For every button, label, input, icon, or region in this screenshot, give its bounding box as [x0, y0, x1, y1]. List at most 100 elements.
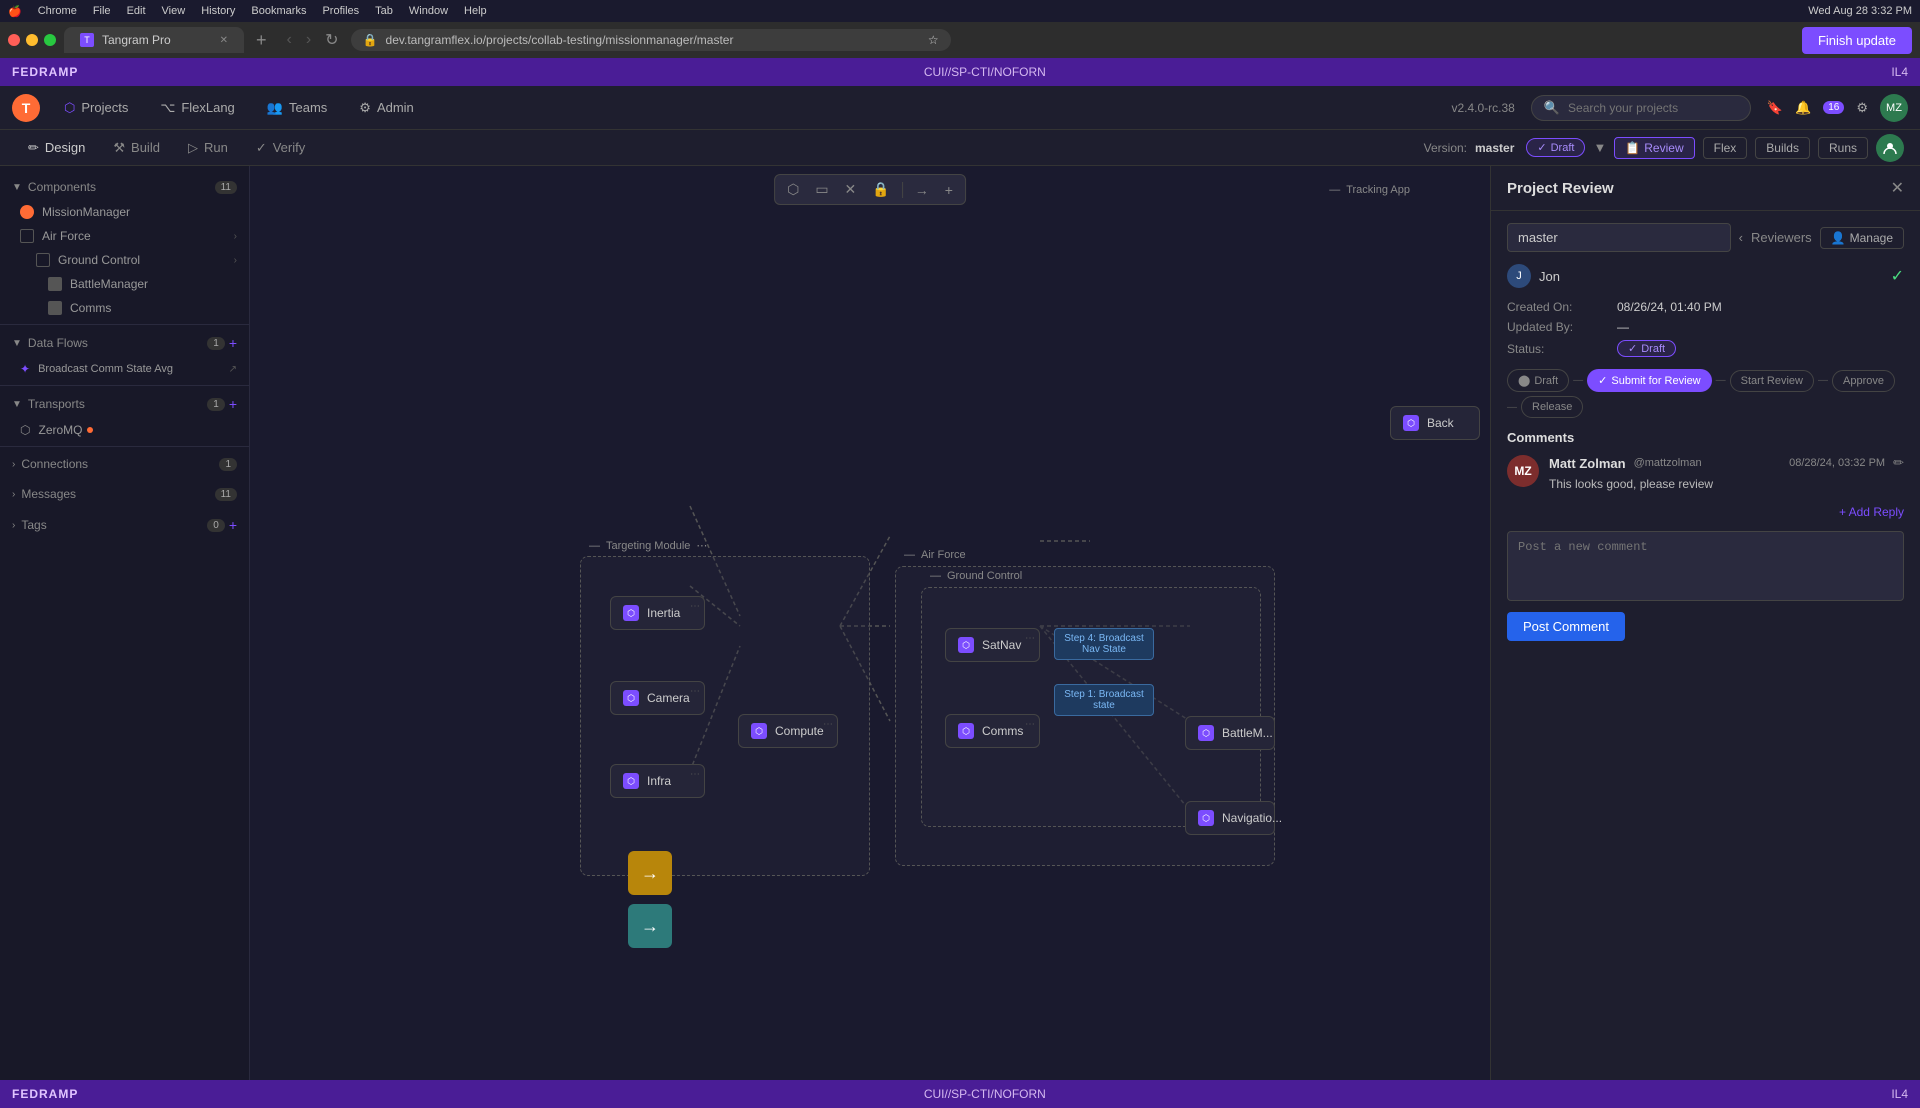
nav-teams[interactable]: 👥 Teams [259, 96, 335, 120]
sidebar-item-groundcontrol[interactable]: Ground Control › [0, 248, 249, 272]
nav-admin[interactable]: ⚙ Admin [351, 96, 422, 120]
compute-menu[interactable]: ⋯ [823, 719, 833, 730]
tab-design[interactable]: ✏ Design [16, 136, 97, 160]
sidebar-item-comms[interactable]: Comms [0, 296, 249, 320]
node-navigation[interactable]: ⬡ Navigatio... [1185, 801, 1275, 835]
bookmarks-menu[interactable]: Bookmarks [251, 5, 306, 17]
bookmark-icon[interactable]: ☆ [928, 33, 939, 47]
node-satnav[interactable]: ⬡ SatNav ⋯ [945, 628, 1040, 662]
tab-build[interactable]: ⚒ Build [101, 136, 172, 160]
inertia-menu[interactable]: ⋯ [690, 601, 700, 612]
delete-tool[interactable]: ✕ [841, 179, 861, 200]
builds-button[interactable]: Builds [1755, 137, 1810, 159]
review-panel-close-button[interactable]: ✕ [1891, 178, 1904, 198]
sidebar-item-zeromq[interactable]: ⬡ ZeroMQ [0, 418, 249, 442]
wf-step-release[interactable]: Release [1521, 396, 1583, 418]
project-search-input[interactable] [1568, 101, 1728, 115]
satnav-menu[interactable]: ⋯ [1025, 633, 1035, 644]
project-search-bar[interactable]: 🔍 [1531, 95, 1751, 121]
node-compute[interactable]: ⬡ Compute ⋯ [738, 714, 838, 748]
flex-button[interactable]: Flex [1703, 137, 1748, 159]
output-connector-1[interactable]: → [628, 851, 672, 895]
edit-comment-button[interactable]: ✏ [1893, 455, 1904, 471]
tab-verify[interactable]: ✓ Verify [244, 136, 317, 160]
transports-section-header[interactable]: ▼ Transports 1 + [0, 390, 249, 418]
battlemanager-node-icon: ⬡ [1198, 725, 1214, 741]
minimize-window-button[interactable] [26, 34, 38, 46]
window-menu[interactable]: Window [409, 5, 448, 17]
address-bar[interactable]: 🔒 dev.tangramflex.io/projects/collab-tes… [351, 29, 951, 51]
add-tool[interactable]: + [941, 180, 957, 200]
wf-step-start-review[interactable]: Start Review [1730, 370, 1814, 392]
review-name-chevron[interactable]: ‹ [1739, 230, 1743, 245]
edit-menu[interactable]: Edit [127, 5, 146, 17]
user-avatar[interactable]: MZ [1880, 94, 1908, 122]
review-panel-title: Project Review [1507, 180, 1891, 197]
wf-step-submit[interactable]: ✓ Submit for Review [1587, 369, 1711, 392]
review-button[interactable]: 📋 Review [1614, 137, 1694, 159]
chrome-menu[interactable]: Chrome [38, 5, 77, 17]
node-inertia[interactable]: ⬡ Inertia ⋯ [610, 596, 705, 630]
review-name-input[interactable] [1507, 223, 1731, 252]
runs-button[interactable]: Runs [1818, 137, 1868, 159]
sidebar-item-broadcast-flow[interactable]: ✦ Broadcast Comm State Avg ↗ [0, 357, 249, 381]
new-tab-button[interactable]: + [256, 30, 267, 51]
tags-section-header[interactable]: › Tags 0 + [0, 511, 249, 539]
draft-badge[interactable]: ✓ Draft [1526, 138, 1585, 157]
comms-menu[interactable]: ⋯ [1025, 719, 1035, 730]
sidebar-item-battlemanager[interactable]: BattleManager [0, 272, 249, 296]
reload-button[interactable]: ↻ [321, 28, 342, 52]
sidebar-item-missionmanager[interactable]: MissionManager [0, 200, 249, 224]
tab-run[interactable]: ▷ Run [176, 136, 240, 160]
settings-icon[interactable]: ⚙ [1856, 100, 1868, 116]
components-section-header[interactable]: ▼ Components 11 [0, 174, 249, 200]
output-connector-2[interactable]: → [628, 904, 672, 948]
sub-nav-avatar[interactable] [1876, 134, 1904, 162]
arrow-tool[interactable]: → [911, 180, 933, 200]
satnav-icon: ⬡ [958, 637, 974, 653]
targeting-menu-icon[interactable]: ⋯ [696, 539, 707, 552]
finish-update-button[interactable]: Finish update [1802, 27, 1912, 54]
nav-flexlang[interactable]: ⌥ FlexLang [152, 96, 242, 120]
history-menu[interactable]: History [201, 5, 235, 17]
wf-step-draft[interactable]: ⬤ Draft [1507, 369, 1569, 392]
add-dataflow-button[interactable]: + [229, 335, 237, 351]
dataflows-section-header[interactable]: ▼ Data Flows 1 + [0, 329, 249, 357]
connections-section-header[interactable]: › Connections 1 [0, 451, 249, 477]
new-comment-textarea[interactable] [1507, 531, 1904, 601]
file-menu[interactable]: File [93, 5, 111, 17]
notification-icon[interactable]: 🔔 [1795, 100, 1811, 116]
profiles-menu[interactable]: Profiles [322, 5, 359, 17]
nav-projects[interactable]: ⬡ Projects [56, 96, 136, 120]
sidebar-item-airforce[interactable]: Air Force › [0, 224, 249, 248]
browser-tab[interactable]: T Tangram Pro ✕ [64, 27, 244, 53]
node-backend[interactable]: ⬡ Back [1390, 406, 1480, 440]
node-battlemanager[interactable]: ⬡ BattleM... [1185, 716, 1275, 750]
apple-menu[interactable]: 🍎 [8, 5, 22, 18]
forward-button[interactable]: › [302, 29, 315, 51]
add-reply-button[interactable]: + Add Reply [1507, 505, 1904, 519]
node-comms[interactable]: ⬡ Comms ⋯ [945, 714, 1040, 748]
close-tab-button[interactable]: ✕ [220, 35, 228, 46]
version-dropdown-arrow[interactable]: ▼ [1593, 140, 1606, 155]
node-infra[interactable]: ⬡ Infra ⋯ [610, 764, 705, 798]
back-button[interactable]: ‹ [283, 29, 296, 51]
close-window-button[interactable] [8, 34, 20, 46]
add-tag-button[interactable]: + [229, 517, 237, 533]
add-transport-button[interactable]: + [229, 396, 237, 412]
select-tool[interactable]: ⬡ [783, 179, 803, 200]
bookmark-nav-icon[interactable]: 🔖 [1767, 100, 1783, 116]
view-menu[interactable]: View [162, 5, 186, 17]
manage-button[interactable]: 👤 Manage [1820, 227, 1904, 249]
node-camera[interactable]: ⬡ Camera ⋯ [610, 681, 705, 715]
post-comment-button[interactable]: Post Comment [1507, 612, 1625, 641]
fullscreen-window-button[interactable] [44, 34, 56, 46]
rectangle-tool[interactable]: ▭ [811, 179, 832, 200]
lock-tool[interactable]: 🔒 [868, 179, 893, 200]
infra-menu[interactable]: ⋯ [690, 769, 700, 780]
messages-section-header[interactable]: › Messages 11 [0, 481, 249, 507]
tab-menu[interactable]: Tab [375, 5, 393, 17]
wf-step-approve[interactable]: Approve [1832, 370, 1895, 392]
help-menu[interactable]: Help [464, 5, 487, 17]
camera-menu[interactable]: ⋯ [690, 686, 700, 697]
